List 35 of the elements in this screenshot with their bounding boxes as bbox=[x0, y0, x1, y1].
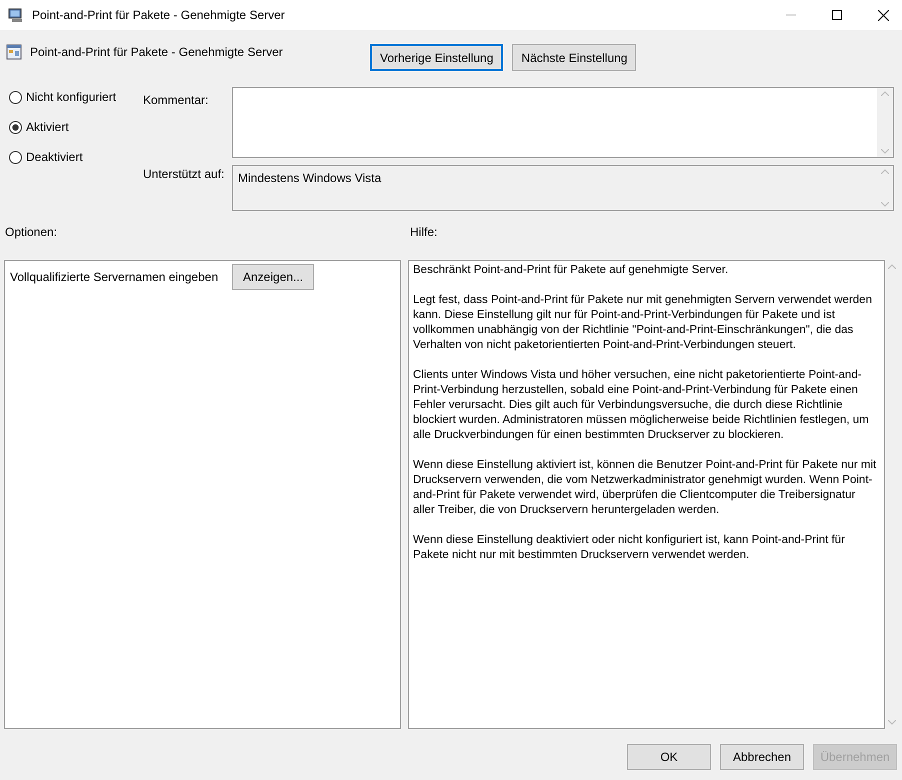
dialog-button[interactable]: Abbrechen bbox=[720, 744, 804, 770]
scroll-down-icon[interactable] bbox=[881, 149, 889, 154]
comment-field[interactable] bbox=[232, 87, 894, 158]
close-icon[interactable] bbox=[878, 10, 889, 20]
setting-nav-button[interactable]: Vorherige Einstellung bbox=[370, 44, 504, 71]
radio-label[interactable]: Nicht konfiguriert bbox=[26, 88, 116, 106]
window-title: Point-and-Print für Pakete - Genehmigte Server bbox=[32, 7, 286, 24]
option-label: Vollqualifizierte Servernamen eingeben bbox=[10, 269, 220, 286]
scroll-up-icon[interactable] bbox=[881, 169, 889, 174]
help-paragraph: Beschränkt Point-and-Print für Pakete auf genehmigte Server. bbox=[413, 263, 730, 278]
radio-label[interactable]: Aktiviert bbox=[26, 118, 69, 136]
policy-icon bbox=[6, 44, 22, 60]
scroll-down-icon[interactable] bbox=[881, 202, 889, 207]
setting-nav-button[interactable]: Nächste Einstellung bbox=[512, 44, 636, 71]
computer-icon bbox=[8, 7, 24, 23]
comment-label: Kommentar: bbox=[142, 92, 210, 109]
setting-title: Point-and-Print für Pakete - Genehmigte Server bbox=[30, 44, 284, 61]
supported-label: Unterstützt auf: bbox=[142, 166, 226, 183]
show-button[interactable]: Anzeigen... bbox=[232, 264, 314, 290]
supported-value: Mindestens Windows Vista bbox=[237, 170, 382, 187]
help-paragraph: Clients unter Windows Vista und höher versuchen, eine nicht paketorientierte Point-and-Print-Verbindung herzustellen, sobald eine Point-and-Print-Verbindung für Pakete einen Fehler verursacht. Dies gilt auch für Verbindungsversuche, die durch diese Richtlinie blockiert wurden. Administratoren müssen möglicherweise beide Richtlinien festlegen, um alle Druckverbindungen für einen bestimmten Druckserver zu blockieren. bbox=[413, 368, 870, 443]
radio-button[interactable] bbox=[9, 90, 22, 104]
options-label: Optionen: bbox=[4, 224, 58, 241]
help-paragraph: Legt fest, dass Point-and-Print für Pakete nur mit genehmigten Servern verwendet werden kann. Diese Einstellung gilt nur für Point-and-Print-Verbindungen für Pakete und ist vollkommen unabhängig von der Richtlinie "Point-and-Print-Einschränkungen", die das Verhalten von nicht paketorientierten Point-and-Print-Verbindungen steuert. bbox=[413, 293, 873, 353]
radio-button[interactable] bbox=[9, 150, 22, 164]
help-paragraph: Wenn diese Einstellung deaktiviert oder nicht konfiguriert ist, kann Point-and-Print für Pakete nicht nur mit bestimmten Druckservern verwendet werden. bbox=[413, 533, 846, 563]
radio-label[interactable]: Deaktiviert bbox=[26, 148, 83, 166]
dialog-button[interactable]: OK bbox=[627, 744, 711, 770]
radio-button[interactable] bbox=[9, 120, 22, 134]
help-paragraph: Wenn diese Einstellung aktiviert ist, können die Benutzer Point-and-Print für Pakete nur mit Druckservern verwenden, die vom Netzwerkadministrator genehmigt wurden. Wenn Point-and-Print für Pakete verwendet wird, überprüfen die Clientcomputer die Treibersignatur aller Treiber, die von Druckservern heruntergeladen werden. bbox=[413, 458, 878, 518]
scroll-up-icon[interactable] bbox=[888, 264, 896, 269]
maximize-icon[interactable] bbox=[832, 10, 842, 20]
scroll-down-icon[interactable] bbox=[888, 720, 896, 725]
scroll-up-icon[interactable] bbox=[881, 91, 889, 96]
help-label: Hilfe: bbox=[410, 224, 438, 241]
